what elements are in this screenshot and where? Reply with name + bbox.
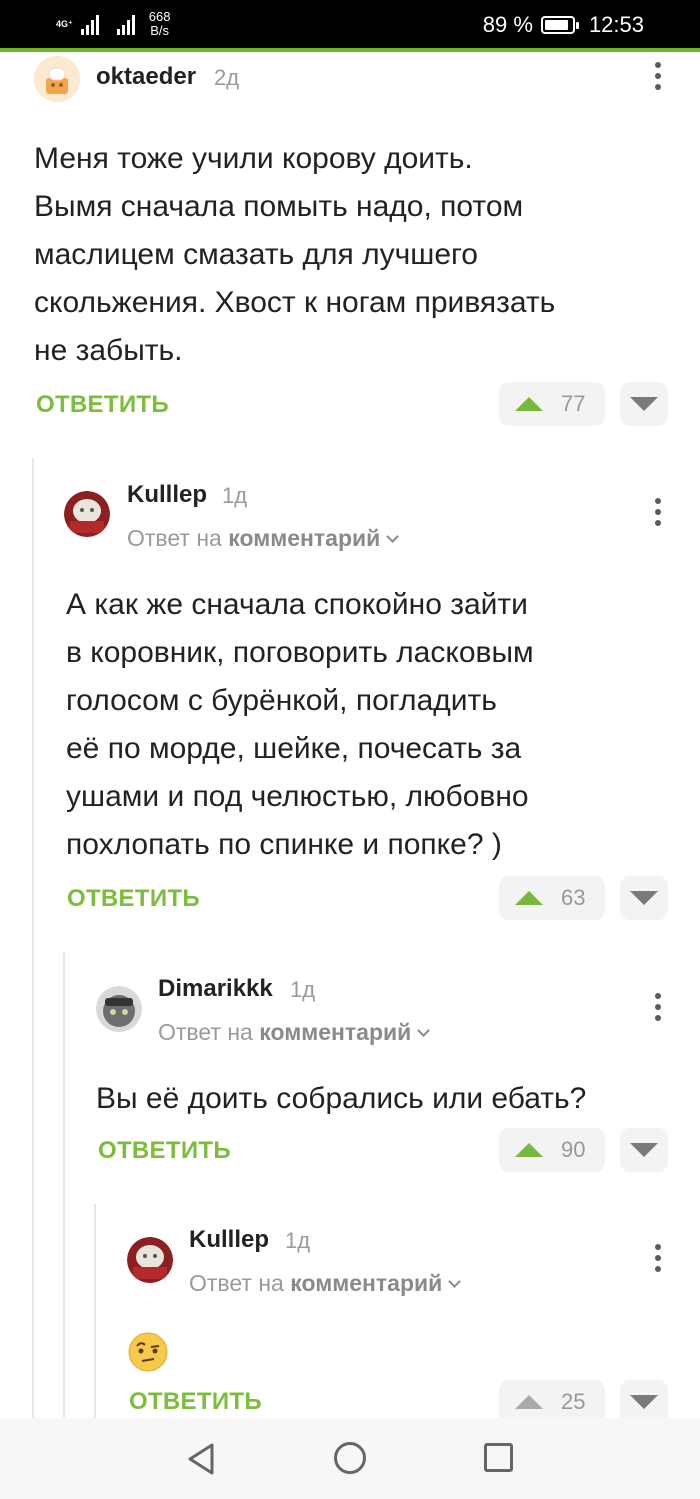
comment-time: 1д xyxy=(222,483,248,508)
thread-line[interactable] xyxy=(32,458,34,1418)
avatar-image xyxy=(64,491,110,537)
reply-to-target[interactable]: комментарий xyxy=(290,1270,442,1296)
speed-unit: B/s xyxy=(150,23,170,38)
vote-count: 77 xyxy=(561,391,586,416)
downvote-arrow-icon xyxy=(630,891,658,905)
status-left: 4G⁺ 668 B/s xyxy=(56,10,170,38)
battery-percent: 89 % xyxy=(482,12,533,37)
header-accent-line xyxy=(0,48,700,52)
reply-to-target[interactable]: комментарий xyxy=(259,1019,411,1045)
downvote-arrow-icon xyxy=(630,1395,658,1409)
upvote-arrow-icon xyxy=(515,1143,543,1157)
reply-button[interactable]: ОТВЕТИТЬ xyxy=(67,885,200,913)
avatar[interactable] xyxy=(64,491,110,537)
vote-count: 25 xyxy=(561,1389,586,1414)
clock: 12:53 xyxy=(588,12,644,37)
reply-button[interactable]: ОТВЕТИТЬ xyxy=(98,1137,231,1165)
comment-text-line: Меня тоже учили корову доить. xyxy=(34,142,473,175)
network-type: 4G⁺ xyxy=(56,18,73,29)
status-right: 89 % 12:53 xyxy=(483,12,644,38)
comment-text-line: маслицем смазать для лучшего xyxy=(34,238,478,271)
avatar[interactable] xyxy=(127,1237,173,1283)
avatar-image xyxy=(127,1237,173,1283)
chevron-down-icon[interactable] xyxy=(448,1275,462,1288)
reply-button[interactable]: ОТВЕТИТЬ xyxy=(129,1388,262,1416)
battery-icon xyxy=(540,16,579,34)
reply-button[interactable]: ОТВЕТИТЬ xyxy=(36,391,169,419)
comment-text: А как же сначала спокойно зайти в коровн… xyxy=(66,581,534,869)
signal-icon-2 xyxy=(116,13,135,35)
comment-text-line: ушами и под челюстью, любовно xyxy=(66,780,529,813)
thread-line[interactable] xyxy=(63,952,65,1418)
comment-text-line: голосом с бурёнкой, погладить xyxy=(66,684,497,717)
more-options-icon[interactable] xyxy=(655,993,663,1021)
downvote-arrow-icon xyxy=(630,1143,658,1157)
upvote-button[interactable]: 77 xyxy=(499,382,605,426)
upvote-arrow-icon xyxy=(515,1395,543,1409)
status-bar: 4G⁺ 668 B/s 89 % 12:53 xyxy=(0,0,700,52)
comment-time: 2д xyxy=(214,65,240,90)
home-icon[interactable] xyxy=(334,1442,366,1474)
avatar[interactable] xyxy=(34,56,80,102)
reply-to[interactable]: Ответ на комментарий xyxy=(189,1270,462,1297)
comment-text: Вы её доить собрались или ебать? xyxy=(96,1082,587,1115)
comment-text-line: не забыть. xyxy=(34,334,183,367)
comment-text: Меня тоже учили корову доить. Вымя снача… xyxy=(34,135,555,375)
comment-text-line: её по морде, шейке, почесать за xyxy=(66,732,522,765)
comment-time: 1д xyxy=(290,977,316,1002)
username[interactable]: Dimarikkk xyxy=(158,975,273,1003)
reply-to-prefix: Ответ на xyxy=(158,1019,253,1045)
downvote-button[interactable] xyxy=(620,382,668,426)
reply-to-prefix: Ответ на xyxy=(127,525,222,551)
raised-eyebrow-emoji-icon xyxy=(128,1332,168,1372)
downvote-button[interactable] xyxy=(620,876,668,920)
avatar-image xyxy=(34,56,80,102)
signal-icon xyxy=(80,13,99,35)
comment-text-line: Вымя сначала помыть надо, потом xyxy=(34,190,524,223)
upvote-arrow-icon xyxy=(515,397,543,411)
speed-value: 668 xyxy=(148,9,171,24)
back-icon[interactable] xyxy=(186,1442,216,1476)
more-options-icon[interactable] xyxy=(655,498,663,526)
chevron-down-icon[interactable] xyxy=(386,530,400,543)
comment-text-line: в коровник, поговорить ласковым xyxy=(66,636,534,669)
more-options-icon[interactable] xyxy=(655,62,663,90)
downvote-button[interactable] xyxy=(620,1128,668,1172)
system-navigation-bar xyxy=(0,1418,700,1499)
comment-time: 1д xyxy=(285,1228,311,1253)
reply-to[interactable]: Ответ на комментарий xyxy=(127,525,400,552)
username[interactable]: oktaeder xyxy=(96,63,196,91)
reply-to-target[interactable]: комментарий xyxy=(228,525,380,551)
upvote-button[interactable]: 63 xyxy=(499,876,605,920)
username[interactable]: Kulllep xyxy=(127,481,207,509)
upvote-button[interactable]: 90 xyxy=(499,1128,605,1172)
vote-count: 63 xyxy=(561,885,586,910)
comment-text-line: похлопать по спинке и попке? ) xyxy=(66,828,502,861)
reply-to-prefix: Ответ на xyxy=(189,1270,284,1296)
more-options-icon[interactable] xyxy=(655,1244,663,1272)
reply-to[interactable]: Ответ на комментарий xyxy=(158,1019,431,1046)
thread-line[interactable] xyxy=(94,1204,96,1418)
downvote-arrow-icon xyxy=(630,397,658,411)
comment-text-line: А как же сначала спокойно зайти xyxy=(66,588,528,621)
comment-text-line: скольжения. Хвост к ногам привязать xyxy=(34,286,556,319)
avatar[interactable] xyxy=(96,986,142,1032)
vote-count: 90 xyxy=(561,1137,586,1162)
chevron-down-icon[interactable] xyxy=(417,1024,431,1037)
upvote-arrow-icon xyxy=(515,891,543,905)
network-speed: 668 B/s xyxy=(149,10,171,38)
recent-apps-icon[interactable] xyxy=(484,1443,513,1472)
username[interactable]: Kulllep xyxy=(189,1226,269,1254)
avatar-image xyxy=(96,986,142,1032)
